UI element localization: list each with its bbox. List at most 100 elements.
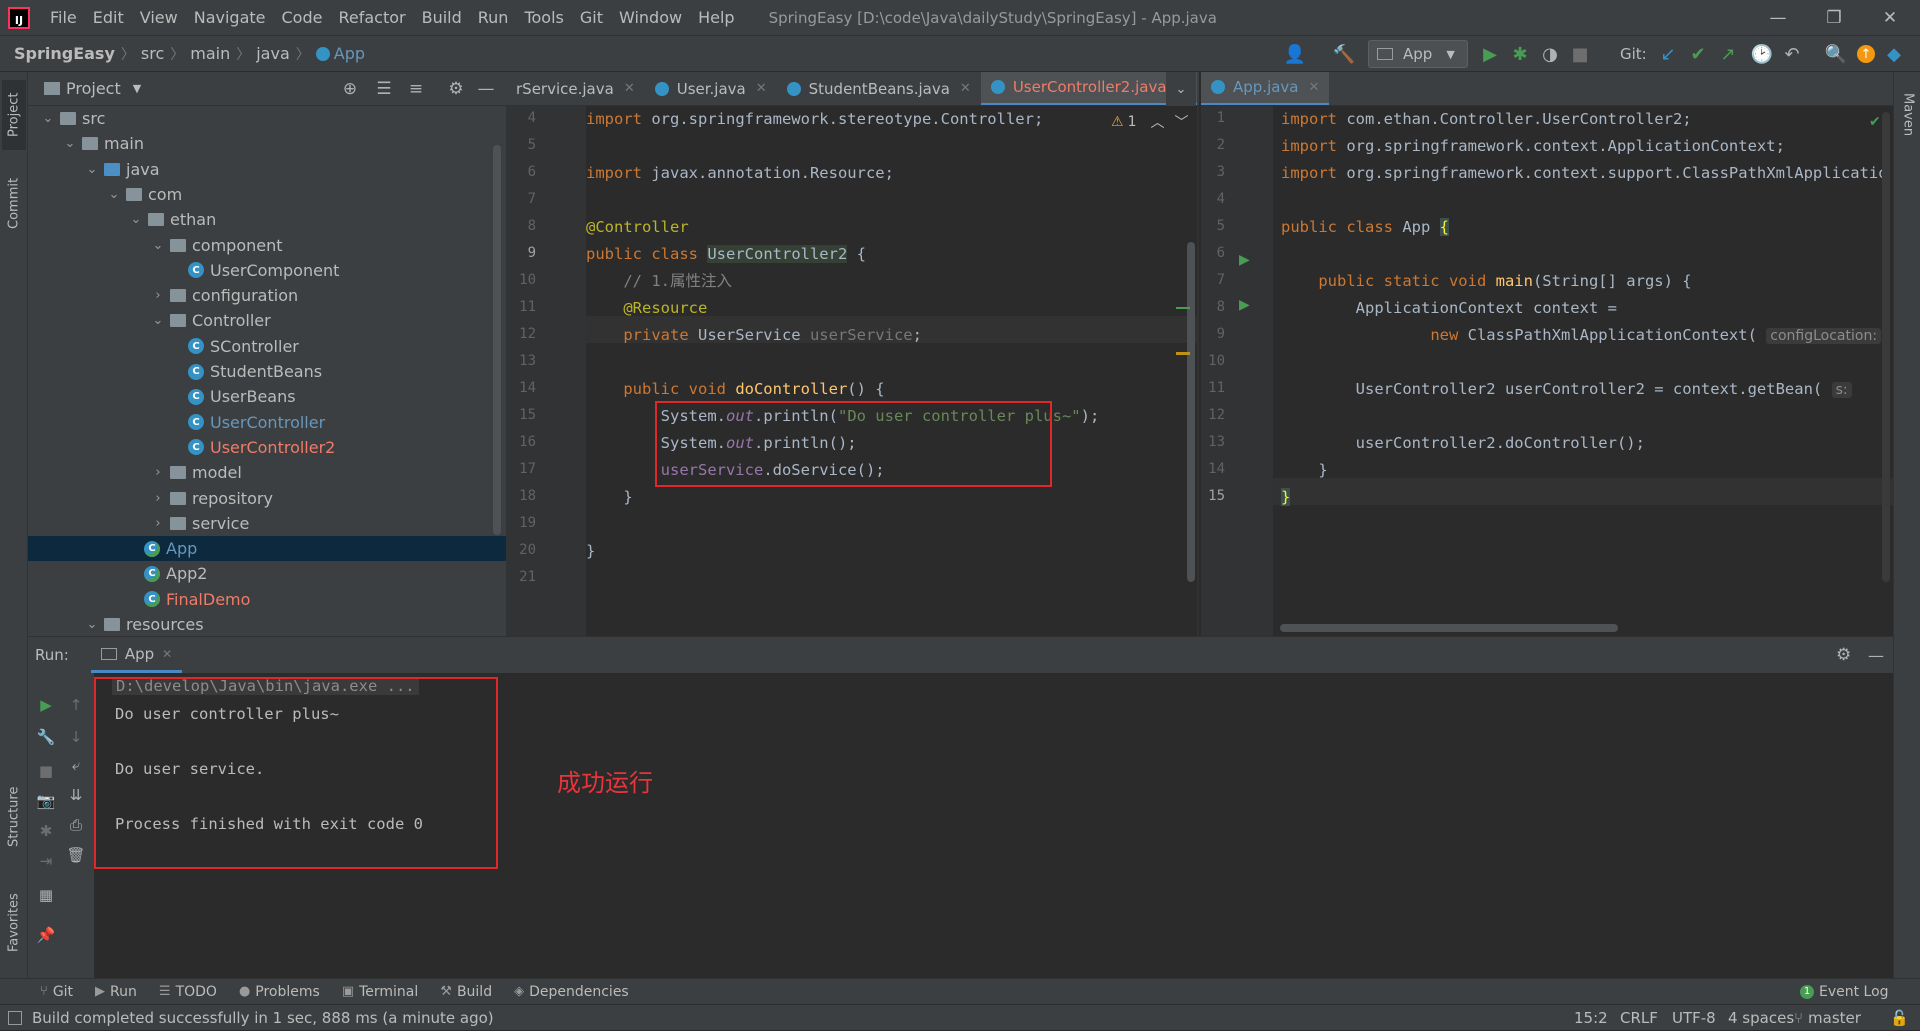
minimize-icon[interactable]: —	[1750, 0, 1806, 36]
tree-item[interactable]: ⌄ java	[28, 157, 506, 182]
maven-tool-tab[interactable]: Maven	[1896, 80, 1920, 150]
editor-tab[interactable]: UserController2.java✕	[980, 72, 1198, 105]
menu-run[interactable]: Run	[470, 8, 517, 27]
chevron-down-icon[interactable]: ⌄	[128, 212, 144, 227]
file-encoding[interactable]: UTF-8	[1672, 1005, 1716, 1031]
wrench-icon[interactable]: 🔧	[34, 725, 58, 749]
debug-icon[interactable]: ✱	[1506, 40, 1534, 68]
lock-icon[interactable]: 🔓	[1890, 1005, 1909, 1031]
code-line[interactable]: UserController2 userController2 = contex…	[1281, 376, 1889, 403]
build-hammer-icon[interactable]: 🔨	[1330, 40, 1358, 68]
menu-file[interactable]: File	[42, 8, 85, 27]
tree-item[interactable]: › model	[28, 460, 506, 485]
chevron-right-icon[interactable]: ›	[150, 288, 166, 303]
tree-item[interactable]: ⌄ component	[28, 233, 506, 258]
git-branch[interactable]: ⑂ master	[1794, 1005, 1861, 1031]
tree-item[interactable]: C StudentBeans	[28, 359, 506, 384]
menu-help[interactable]: Help	[690, 8, 742, 27]
chevron-down-icon[interactable]: ⌄	[62, 136, 78, 151]
git-commit-icon[interactable]: ✔	[1684, 40, 1712, 68]
terminal-tool-button[interactable]: ▣ Terminal	[342, 984, 418, 1000]
breadcrumb-src[interactable]: src	[137, 44, 168, 63]
code-line[interactable]: import com.ethan.Controller.UserControll…	[1281, 106, 1692, 133]
chevron-right-icon[interactable]: ›	[150, 465, 166, 480]
code-line[interactable]: private UserService userService;	[586, 322, 922, 349]
layout-icon[interactable]: ▦	[34, 883, 58, 907]
gear-icon[interactable]: ⚙	[1836, 645, 1851, 665]
locate-icon[interactable]: ⊕	[338, 77, 362, 101]
rerun-icon[interactable]: ▶	[34, 693, 58, 717]
code-line[interactable]: userController2.doController();	[1281, 430, 1645, 457]
exit-icon[interactable]: ⇥	[34, 849, 58, 873]
code-line[interactable]: public class App {	[1281, 214, 1449, 241]
code-line[interactable]: }	[586, 538, 595, 565]
pin-icon[interactable]: 📌	[34, 923, 58, 947]
tree-item[interactable]: C UserBeans	[28, 384, 506, 409]
breadcrumb-app[interactable]: App	[334, 44, 369, 63]
tree-item[interactable]: C UserController	[28, 410, 506, 435]
structure-tool-tab[interactable]: Structure	[2, 772, 26, 862]
editor-tab[interactable]: App.java ✕	[1201, 72, 1330, 105]
chevron-down-icon[interactable]: ⌄	[150, 313, 166, 328]
stop-icon[interactable]: ■	[1566, 40, 1594, 68]
tree-item[interactable]: › configuration	[28, 283, 506, 308]
chevron-down-icon[interactable]: ⌄	[84, 162, 100, 177]
code-line[interactable]: public class UserController2 {	[586, 241, 866, 268]
tree-item[interactable]: C App	[28, 536, 506, 562]
run-gutter-icon[interactable]: ▶	[1239, 252, 1250, 268]
tree-item[interactable]: C SController	[28, 334, 506, 359]
camera-icon[interactable]: 📷	[34, 789, 58, 813]
rollback-icon[interactable]: ↶	[1778, 40, 1806, 68]
chevron-right-icon[interactable]: ›	[150, 516, 166, 531]
git-tool-button[interactable]: ⑂ Git	[40, 984, 73, 1000]
indent-setting[interactable]: 4 spaces	[1728, 1005, 1794, 1031]
toolbox-icon[interactable]: ◆	[1880, 40, 1908, 68]
horizontal-scrollbar[interactable]	[1280, 624, 1618, 632]
menu-code[interactable]: Code	[274, 8, 331, 27]
status-message[interactable]: Build completed successfully in 1 sec, 8…	[32, 1009, 494, 1027]
debug-bug-icon[interactable]: ✱	[34, 819, 58, 843]
print-icon[interactable]: ⎙	[64, 813, 88, 837]
tree-item[interactable]: C App2	[28, 561, 506, 586]
update-icon[interactable]: ↑	[1852, 40, 1880, 68]
hide-icon[interactable]: —	[1868, 646, 1884, 665]
build-tool-button[interactable]: ⚒ Build	[440, 984, 492, 1000]
code-line[interactable]: public void doController() {	[586, 376, 884, 403]
coverage-icon[interactable]: ◑	[1536, 40, 1564, 68]
collapse-all-icon[interactable]: ≡	[404, 77, 428, 101]
todo-tool-button[interactable]: ☰ TODO	[159, 984, 217, 1000]
run-config-select[interactable]: App ▼	[1368, 40, 1468, 68]
tree-item[interactable]: ⌄ Controller	[28, 308, 506, 333]
trash-icon[interactable]: 🗑	[64, 843, 88, 867]
run-tab-app[interactable]: App ✕	[90, 637, 183, 673]
code-line[interactable]: @Resource	[586, 295, 707, 322]
chevron-down-icon[interactable]: ⌄	[106, 187, 122, 202]
stop-icon[interactable]: ■	[34, 759, 58, 783]
code-line[interactable]: import org.springframework.context.suppo…	[1281, 160, 1889, 187]
breadcrumb-project[interactable]: SpringEasy	[0, 44, 119, 63]
run-tool-button[interactable]: ▶ Run	[95, 984, 137, 1000]
run-icon[interactable]: ▶	[1476, 40, 1504, 68]
code-line[interactable]: import javax.annotation.Resource;	[586, 160, 894, 187]
git-update-icon[interactable]: ↙	[1654, 40, 1682, 68]
prev-highlight-icon[interactable]: ︿	[1150, 112, 1164, 132]
chevron-right-icon[interactable]: ›	[150, 491, 166, 506]
close-tab-icon[interactable]: ✕	[1309, 80, 1320, 95]
tree-item[interactable]: › repository	[28, 486, 506, 511]
breadcrumb-java[interactable]: java	[252, 44, 294, 63]
close-tab-icon[interactable]: ✕	[162, 647, 172, 661]
code-line[interactable]: }	[1281, 457, 1327, 484]
tree-item[interactable]: ⌄ main	[28, 131, 506, 156]
menu-navigate[interactable]: Navigate	[186, 8, 274, 27]
menu-window[interactable]: Window	[611, 8, 690, 27]
dependencies-tool-button[interactable]: ◈ Dependencies	[514, 984, 629, 1000]
code-line[interactable]: @Controller	[586, 214, 689, 241]
chevron-down-icon[interactable]: ⌄	[40, 111, 56, 126]
down-arrow-icon[interactable]: ↓	[64, 725, 88, 749]
editor-tab[interactable]: User.java ✕	[645, 72, 777, 105]
menu-build[interactable]: Build	[414, 8, 470, 27]
caret-position[interactable]: 15:2	[1574, 1005, 1608, 1031]
tree-item[interactable]: ⌄ src	[28, 106, 506, 131]
close-tab-icon[interactable]: ✕	[624, 81, 635, 96]
commit-tool-tab[interactable]: Commit	[2, 168, 26, 238]
